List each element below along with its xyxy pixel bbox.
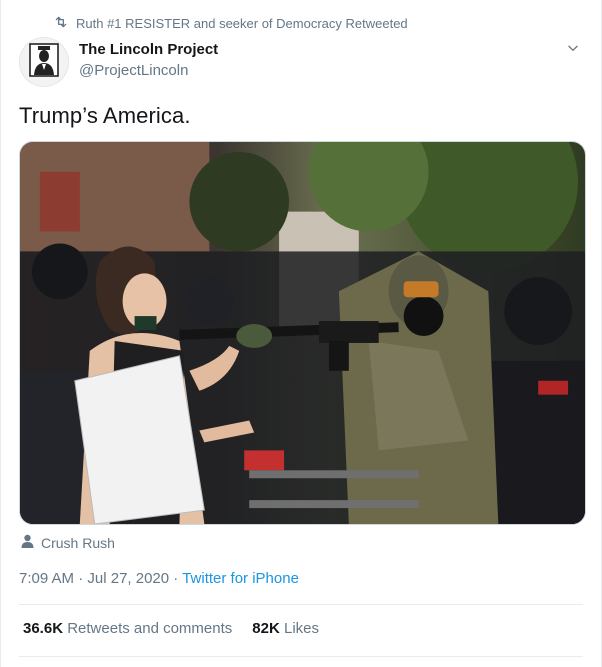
avatar[interactable] (19, 37, 69, 87)
author-name[interactable]: The Lincoln Project (79, 41, 218, 58)
likes-label: Likes (283, 620, 320, 637)
tweet-source-link[interactable]: Twitter for iPhone (182, 570, 299, 587)
tweet-date[interactable]: Jul 27, 2020 (87, 570, 169, 587)
tweet-text: Trump’s America. (19, 103, 191, 128)
retweets-count: 36.6K (23, 620, 64, 637)
more-options-button[interactable] (563, 40, 583, 60)
chevron-down-icon (566, 41, 580, 60)
retweets-label: Retweets and comments (67, 620, 233, 637)
likes-stat[interactable]: 82K Likes (252, 620, 319, 637)
tweet-card: Ruth #1 RESISTER and seeker of Democracy… (0, 0, 602, 667)
retweet-context[interactable]: Ruth #1 RESISTER and seeker of Democracy… (54, 14, 408, 32)
tweet-stats: 36.6K Retweets and comments 82K Likes (23, 620, 319, 637)
retweets-stat[interactable]: 36.6K Retweets and comments (23, 620, 232, 637)
divider (19, 604, 583, 605)
protest-photo-illustration (20, 142, 585, 524)
tagged-user[interactable]: Crush Rush (21, 534, 115, 551)
retweet-icon (54, 15, 68, 32)
tagged-user-name: Crush Rush (41, 534, 115, 551)
person-icon (21, 534, 34, 551)
meta-separator: · (74, 570, 88, 587)
tweet-time[interactable]: 7:09 AM (19, 570, 74, 587)
meta-separator-2: · (169, 570, 183, 587)
author-handle[interactable]: @ProjectLincoln (79, 62, 188, 79)
tweet-metadata: 7:09 AM · Jul 27, 2020 · Twitter for iPh… (19, 570, 299, 587)
tweet-photo[interactable] (19, 141, 586, 525)
retweet-context-label: Ruth #1 RESISTER and seeker of Democracy… (76, 15, 408, 31)
likes-count: 82K (252, 620, 280, 637)
divider-bottom (19, 656, 583, 657)
lincoln-portrait-avatar (29, 42, 59, 82)
